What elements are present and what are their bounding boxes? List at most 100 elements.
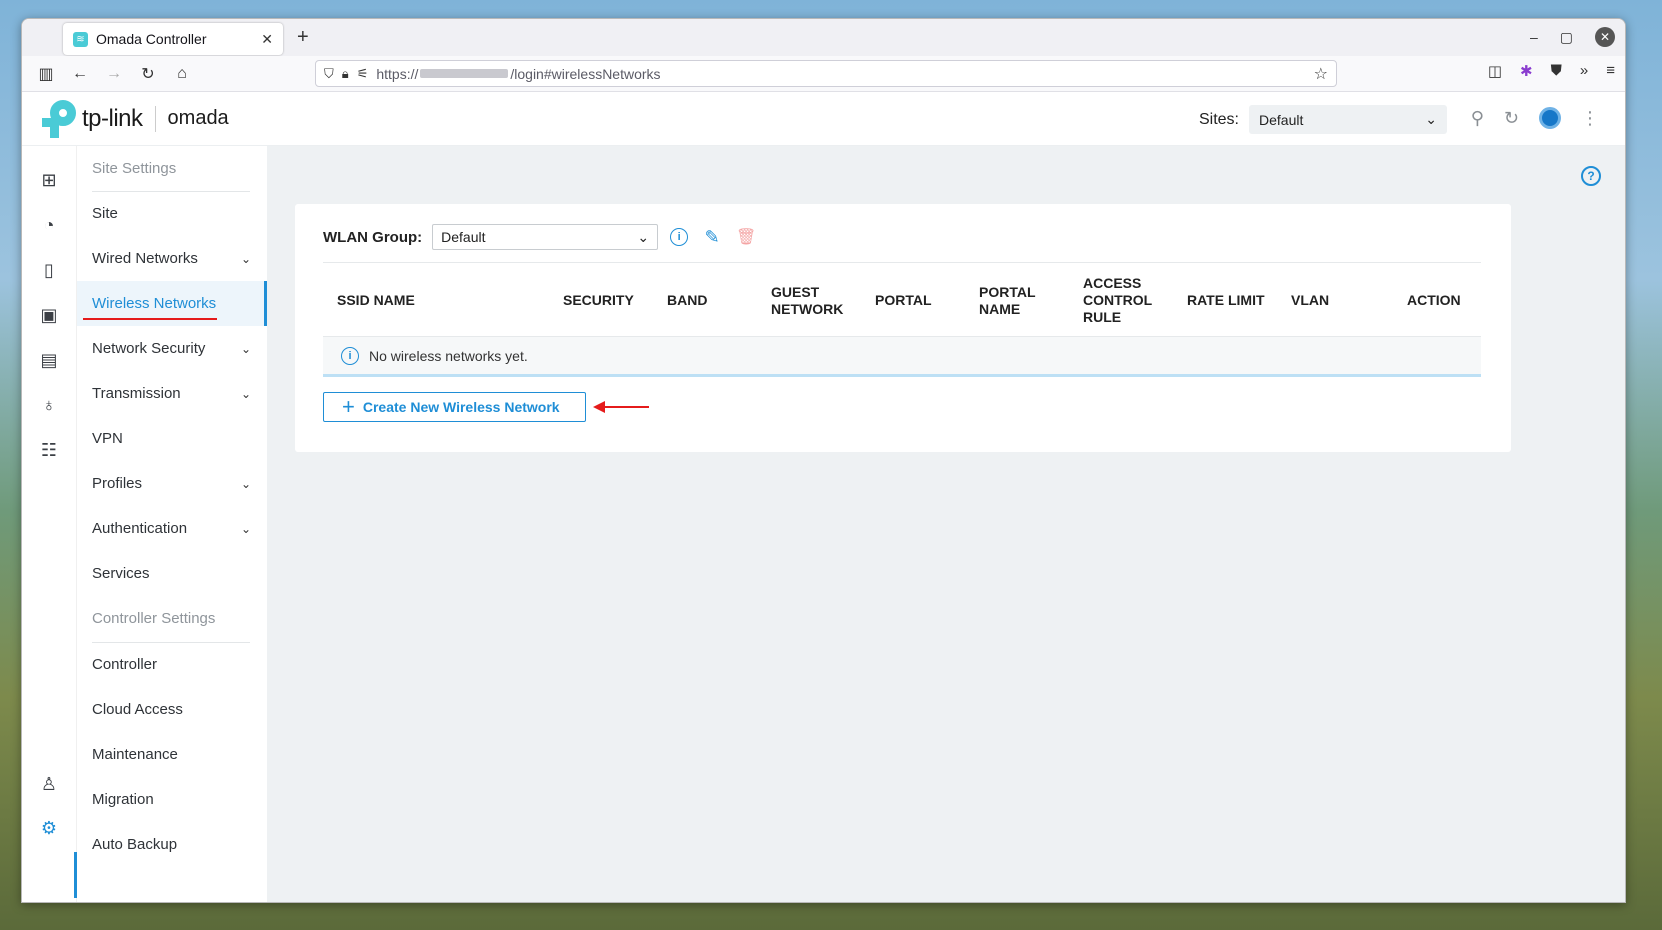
chevron-down-icon: ⌄ [637, 228, 650, 245]
settings-gear-icon[interactable]: ⚙ [37, 816, 61, 840]
menu-item-auto-backup[interactable]: Auto Backup [77, 822, 267, 867]
menu-item-label: Wired Networks [92, 250, 198, 267]
sites-dropdown[interactable]: Default ⌄ [1249, 105, 1447, 134]
menu-item-migration[interactable]: Migration [77, 777, 267, 822]
forward-icon[interactable]: → [102, 62, 126, 86]
refresh-icon[interactable]: ↻ [1504, 108, 1519, 129]
wlan-group-dropdown[interactable]: Default ⌄ [432, 224, 659, 250]
search-icon[interactable]: ⚲ [1471, 108, 1484, 129]
chevron-down-icon: ⌄ [240, 251, 251, 266]
delete-icon[interactable]: 🗑︎ [736, 227, 756, 247]
more-menu-icon[interactable]: ⋮ [1581, 108, 1599, 129]
menu-item-label: Controller [92, 656, 158, 673]
column-header: ACTION [1407, 292, 1461, 308]
create-wireless-network-button[interactable]: + Create New Wireless Network [323, 392, 586, 422]
menu-item-services[interactable]: Services [77, 551, 267, 596]
product-name: omada [167, 107, 229, 129]
redacted-host [420, 69, 509, 78]
tplink-mark-icon [42, 99, 78, 138]
column-header: ACCESS CONTROL RULE [1083, 275, 1152, 325]
menu-item-authentication[interactable]: Authentication ⌄ [77, 506, 267, 551]
column-header: VLAN [1291, 292, 1330, 308]
info-icon[interactable]: i [670, 228, 689, 246]
menu-item-label: Network Security [92, 340, 206, 357]
browser-tab[interactable]: ≋ Omada Controller ✕ [63, 23, 283, 55]
column-header: SSID NAME [337, 292, 415, 308]
statistics-icon[interactable]: ◔ [37, 213, 61, 237]
user-avatar[interactable] [1539, 107, 1561, 129]
chevron-down-icon: ⌄ [240, 521, 251, 536]
wlan-group-value: Default [441, 229, 486, 245]
home-icon[interactable]: ⌂ [170, 62, 194, 86]
nav-bar: ▥ ← → ↻ ⌂ ⛉ 🔒︎ ⚟ https:// /login#wireles… [22, 56, 1625, 92]
menu-item-profiles[interactable]: Profiles ⌄ [77, 461, 267, 506]
plus-icon: + [342, 394, 355, 419]
column-header: RATE LIMIT [1187, 292, 1265, 308]
column-header: BAND [667, 292, 708, 308]
main-content: ? WLAN Group: Default ⌄ i ✎ 🗑︎ SSID NAME [267, 146, 1625, 902]
url-path: /login#wirelessNetworks [510, 65, 661, 82]
chevron-down-icon: ⌄ [240, 476, 251, 491]
window-controls: – ▢ ✕ [1530, 27, 1615, 47]
menu-item-maintenance[interactable]: Maintenance [77, 732, 267, 777]
sites-label: Sites: [1198, 110, 1239, 128]
logs-icon[interactable]: ☷ [37, 438, 61, 462]
overflow-icon[interactable]: » [1580, 62, 1588, 80]
window-close-icon[interactable]: ✕ [1595, 27, 1615, 47]
lock-icon: 🔒︎ [341, 65, 349, 81]
extension-icon[interactable]: ✱ [1520, 62, 1533, 80]
column-header: GUEST NETWORK [771, 283, 844, 317]
menu-item-network-security[interactable]: Network Security ⌄ [77, 326, 267, 371]
minimize-icon[interactable]: – [1530, 29, 1538, 45]
shield-icon: ⛉ [324, 65, 334, 81]
menu-section-controller-settings: Controller Settings [92, 610, 216, 627]
account-icon[interactable]: ♙ [37, 772, 61, 796]
dashboard-icon[interactable]: ⊞ [37, 168, 61, 192]
bookmark-star-icon[interactable]: ☆ [1314, 64, 1328, 84]
wireless-networks-card: WLAN Group: Default ⌄ i ✎ 🗑︎ SSID NAME S… [295, 204, 1511, 452]
logo-text: tp-link [82, 104, 143, 132]
url-bar[interactable]: ⛉ 🔒︎ ⚟ https:// /login#wirelessNetworks … [315, 60, 1337, 87]
pocket-icon[interactable]: ◫ [1488, 62, 1502, 80]
clients-icon[interactable]: ▤ [37, 348, 61, 372]
menu-item-vpn[interactable]: VPN [77, 416, 267, 461]
maximize-icon[interactable]: ▢ [1560, 29, 1573, 46]
chevron-down-icon: ⌄ [1425, 111, 1437, 127]
devices-icon[interactable]: ▣ [37, 303, 61, 327]
menu-item-cloud-access[interactable]: Cloud Access [77, 687, 267, 732]
menu-item-label: VPN [92, 430, 123, 447]
menu-item-wired-networks[interactable]: Wired Networks ⌄ [77, 236, 267, 281]
back-icon[interactable]: ← [68, 62, 92, 86]
menu-item-transmission[interactable]: Transmission ⌄ [77, 371, 267, 416]
empty-message: No wireless networks yet. [369, 347, 528, 364]
menu-item-controller[interactable]: Controller [77, 642, 267, 687]
menu-item-label: Transmission [92, 385, 181, 402]
menu-item-label: Profiles [92, 475, 143, 492]
tab-title: Omada Controller [96, 31, 207, 47]
insights-icon[interactable]: ♁ [37, 393, 61, 417]
help-icon[interactable]: ? [1581, 166, 1601, 186]
sidebar-toggle-icon[interactable]: ▥ [34, 62, 58, 86]
new-tab-button[interactable]: + [297, 26, 309, 49]
permissions-icon: ⚟ [356, 65, 369, 81]
menu-item-label: Wireless Networks [92, 295, 217, 312]
menu-icon[interactable]: ≡ [1606, 62, 1615, 80]
close-tab-icon[interactable]: ✕ [261, 31, 273, 48]
menu-item-site[interactable]: Site [77, 191, 267, 236]
header-actions: ⚲ ↻ ⋮ [1471, 107, 1599, 129]
url-prefix: https:// [376, 65, 419, 82]
edit-icon[interactable]: ✎ [702, 227, 722, 247]
sites-value: Default [1259, 111, 1304, 128]
menu-item-label: Auto Backup [92, 836, 178, 853]
info-icon: i [341, 346, 359, 365]
tplink-logo: tp-link omada [42, 99, 229, 138]
empty-state-row: i No wireless networks yet. [323, 337, 1481, 377]
map-icon[interactable]: ▯ [37, 258, 61, 282]
wifi-favicon-icon: ≋ [73, 31, 88, 47]
chevron-down-icon: ⌄ [240, 341, 251, 356]
menu-item-label: Services [92, 565, 150, 582]
bitwarden-icon[interactable]: ⛊ [1551, 62, 1562, 80]
icon-rail: ⊞ ◔ ▯ ▣ ▤ ♁ ☷ ♙ ⚙ [22, 146, 77, 902]
reload-icon[interactable]: ↻ [136, 62, 160, 86]
menu-item-label: Authentication [92, 520, 188, 537]
